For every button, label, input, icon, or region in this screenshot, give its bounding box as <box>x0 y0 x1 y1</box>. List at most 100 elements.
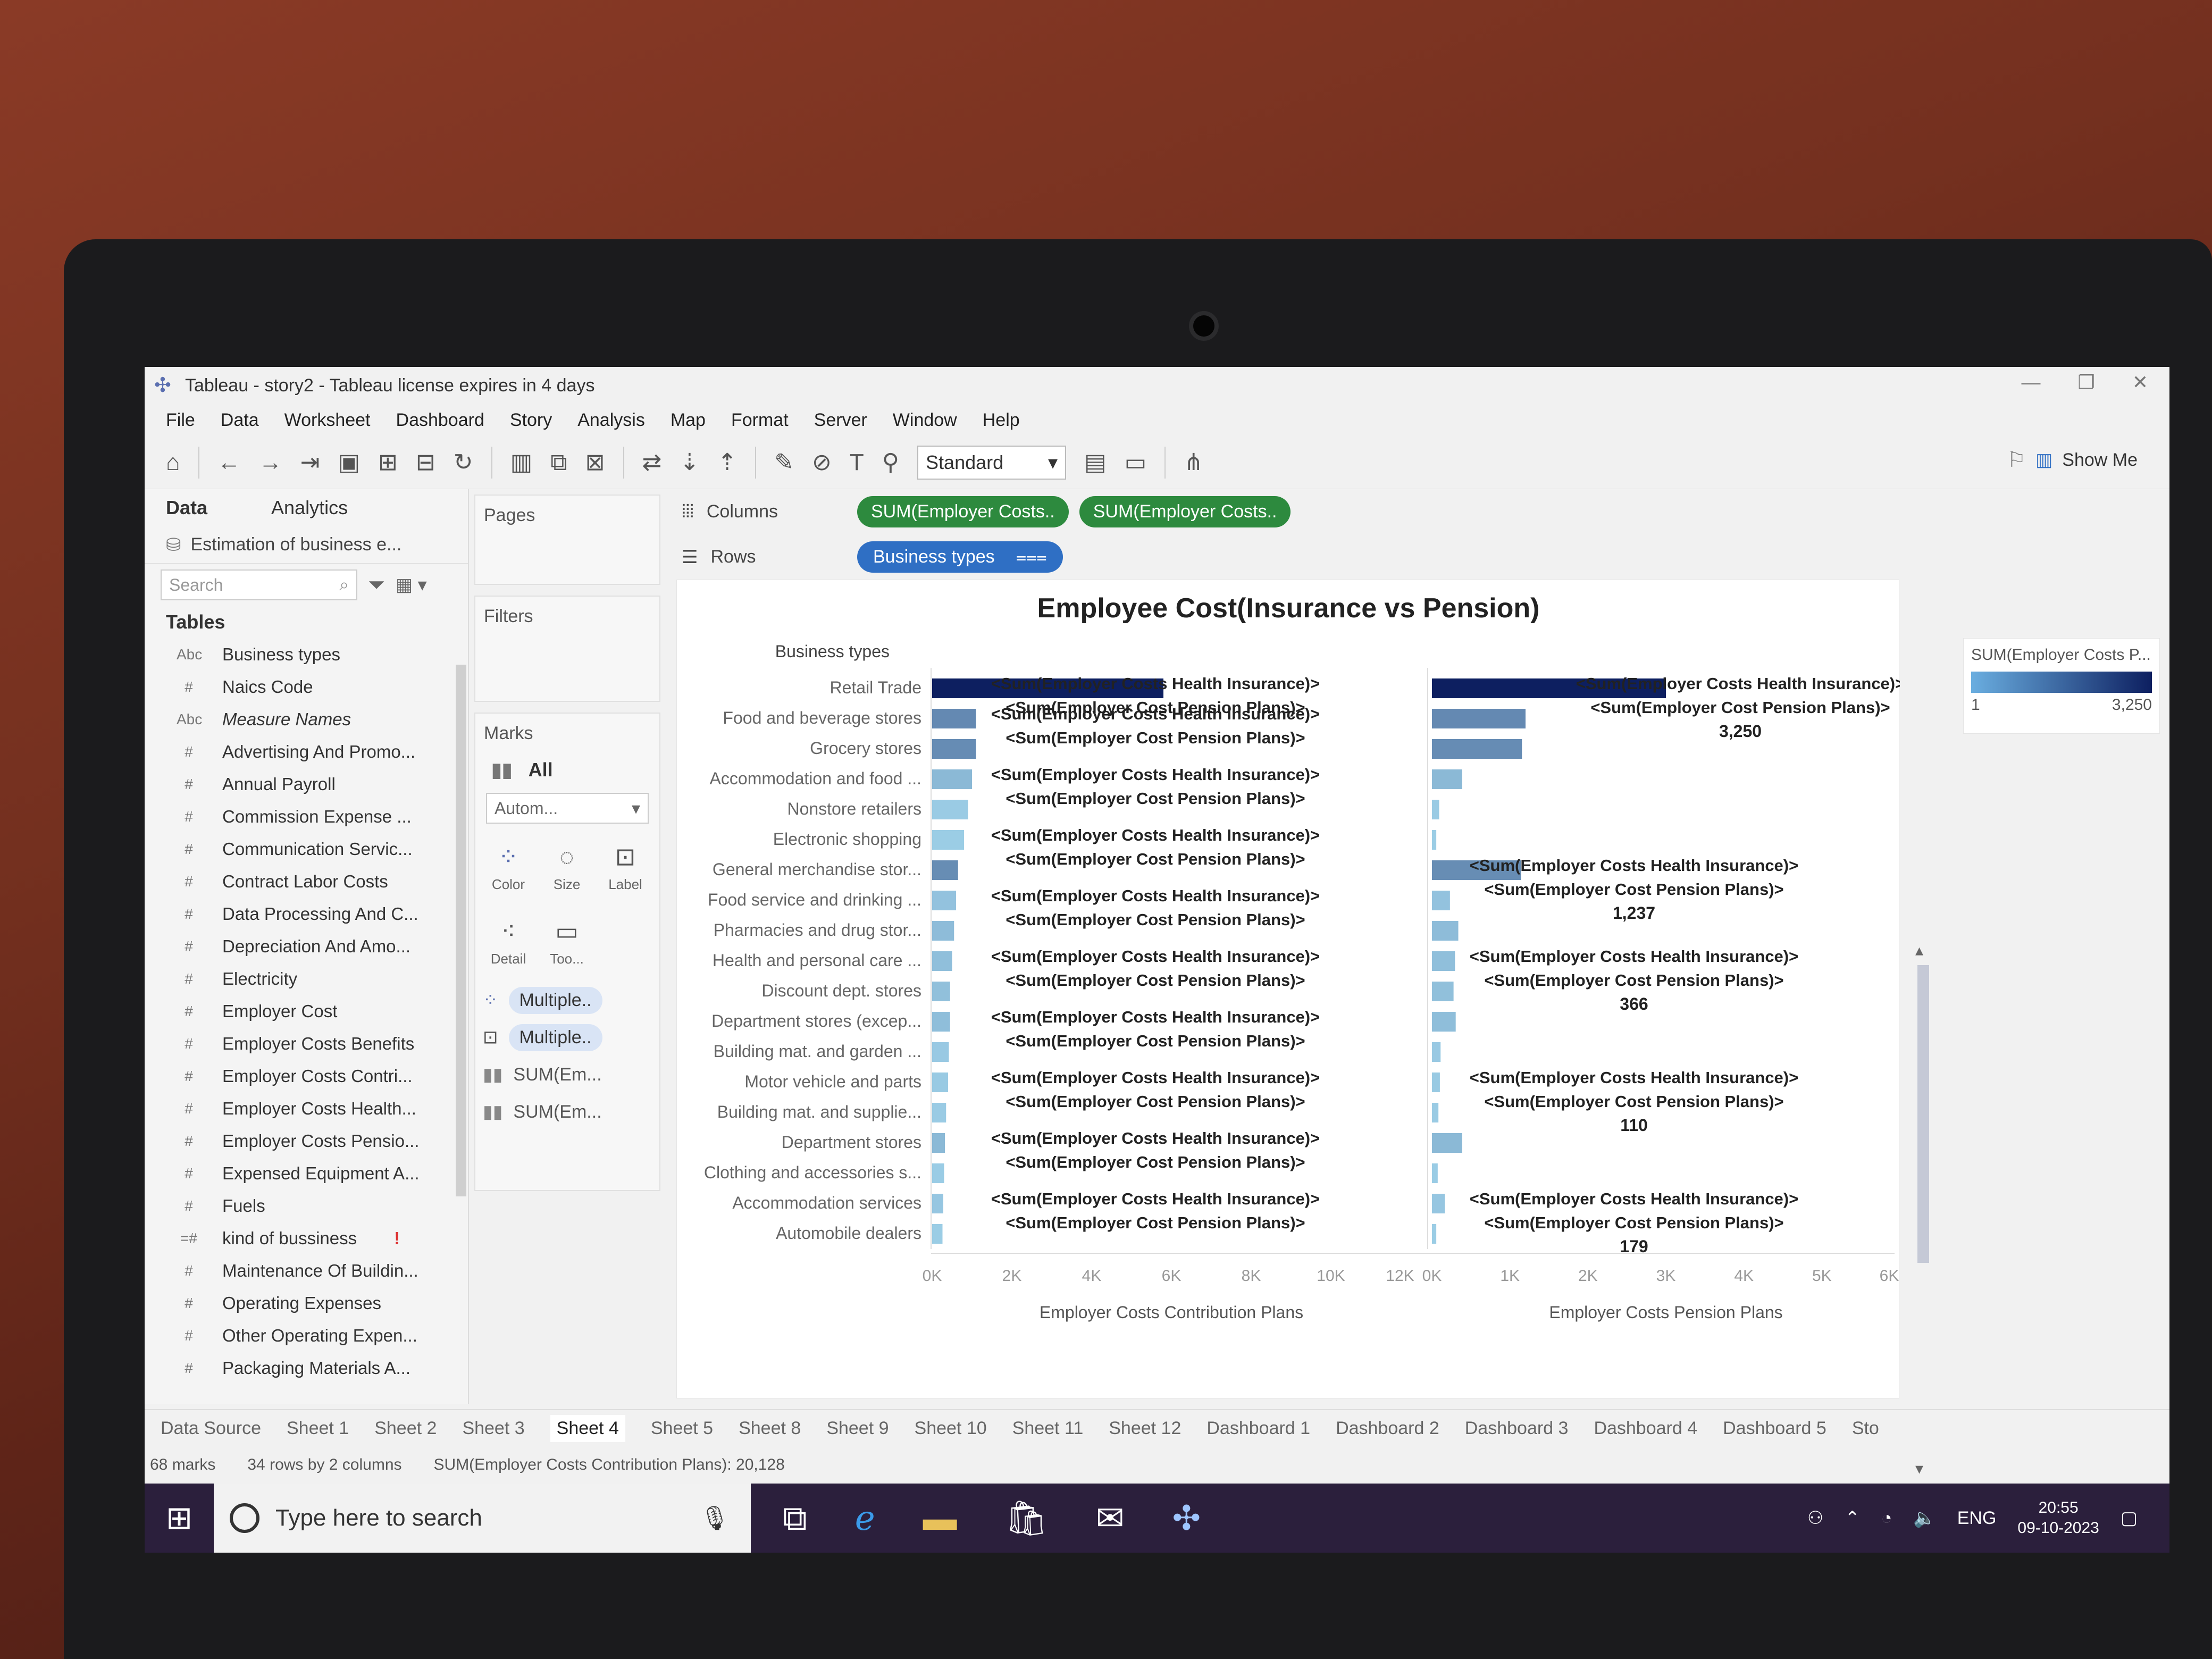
column-pill-1[interactable]: SUM(Employer Costs.. <box>857 496 1069 527</box>
menu-item-analysis[interactable]: Analysis <box>577 410 645 431</box>
sheet-tab[interactable]: Dashboard 3 <box>1465 1418 1569 1439</box>
mark-type-dropdown[interactable]: Autom... ▾ <box>486 793 649 824</box>
fit-dropdown[interactable]: Standard ▾ <box>917 445 1067 480</box>
sheet-tab[interactable]: Sheet 4 <box>550 1414 625 1442</box>
field-item[interactable]: # Naics Code <box>145 671 468 703</box>
sheet-tab[interactable]: Sheet 3 <box>462 1418 524 1439</box>
sheet-tab[interactable]: Sheet 8 <box>739 1418 801 1439</box>
tab-analytics[interactable]: Analytics <box>271 497 348 519</box>
field-item[interactable]: # Depreciation And Amo... <box>145 930 468 962</box>
language-indicator[interactable]: ENG <box>1957 1508 1997 1529</box>
field-item[interactable]: # Electricity <box>145 962 468 995</box>
field-item[interactable]: # Packaging Materials A... <box>145 1352 468 1384</box>
field-item[interactable]: # Advertising And Promo... <box>145 735 468 768</box>
pause-updates-icon[interactable]: ⊟ <box>416 449 435 476</box>
clear-sheet-icon[interactable]: ⊠ <box>585 449 605 476</box>
columns-shelf[interactable]: ⦙⦙⦙ Columns SUM(Employer Costs.. SUM(Empl… <box>671 489 2160 534</box>
chevron-up-icon[interactable]: ⌃ <box>1845 1507 1860 1529</box>
sheet-tab[interactable]: Data Source <box>161 1418 261 1439</box>
notifications-icon[interactable]: ▢ <box>2121 1507 2138 1529</box>
tab-data[interactable]: Data <box>166 497 207 519</box>
marks-pill-color[interactable]: ⁘ Multiple.. <box>483 984 652 1016</box>
field-item[interactable]: =# kind of bussiness! <box>145 1222 468 1254</box>
menu-item-server[interactable]: Server <box>814 410 867 431</box>
undo-icon[interactable]: ← <box>217 449 241 476</box>
datasource-item[interactable]: ⛁ Estimation of business e... <box>145 526 468 564</box>
sheet-tab[interactable]: Sheet 2 <box>374 1418 437 1439</box>
close-icon[interactable]: ✕ <box>2132 371 2148 393</box>
volume-icon[interactable]: 🔈 <box>1913 1507 1936 1529</box>
sheet-tab[interactable]: Sheet 1 <box>287 1418 349 1439</box>
refresh-icon[interactable]: ↻ <box>454 449 473 476</box>
windows-start-icon[interactable]: ⊞ <box>145 1499 214 1537</box>
field-item[interactable]: # Operating Expenses <box>145 1287 468 1319</box>
labels-icon[interactable]: T <box>850 449 864 476</box>
rows-shelf[interactable]: ☰ Rows Business types ⩶ <box>671 534 2160 580</box>
file-explorer-icon[interactable]: ▬ <box>923 1498 957 1538</box>
field-item[interactable]: # Other Operating Expen... <box>145 1319 468 1352</box>
sheet-tab[interactable]: Sheet 5 <box>651 1418 713 1439</box>
sheet-tab[interactable]: Sheet 12 <box>1109 1418 1181 1439</box>
edge-icon[interactable]: ℯ <box>855 1498 875 1538</box>
clock[interactable]: 20:55 09-10-2023 <box>2017 1498 2099 1538</box>
sheet-tab[interactable]: Dashboard 1 <box>1206 1418 1310 1439</box>
marks-pill-sum2[interactable]: ▮▮ SUM(Em... <box>483 1096 652 1128</box>
field-item[interactable]: Abc Business types <box>145 638 468 671</box>
tooltip-button[interactable]: ▭ Too... <box>541 910 592 974</box>
taskbar-search[interactable]: Type here to search 🎙 <box>214 1484 751 1553</box>
field-item[interactable]: # Employer Cost <box>145 995 468 1027</box>
replay-icon[interactable]: ⇥ <box>300 449 320 476</box>
color-button[interactable]: ⁘ Color <box>483 835 534 899</box>
sheet-tab[interactable]: Sto <box>1852 1418 1879 1439</box>
highlight-icon[interactable]: ✎ <box>774 449 794 476</box>
presentation-icon[interactable]: ▭ <box>1125 449 1147 476</box>
scroll-thumb[interactable] <box>1917 965 1929 1263</box>
sheet-tab[interactable]: Sheet 9 <box>826 1418 889 1439</box>
new-worksheet-icon[interactable]: ▥ <box>510 449 533 476</box>
mail-icon[interactable]: ✉ <box>1096 1498 1125 1538</box>
field-item[interactable]: # Fuels <box>145 1189 468 1222</box>
field-item[interactable]: # Employer Costs Pensio... <box>145 1125 468 1157</box>
field-item[interactable]: # Annual Payroll <box>145 768 468 800</box>
redo-icon[interactable]: → <box>259 449 282 476</box>
people-icon[interactable]: ⚇ <box>1807 1507 1823 1529</box>
menu-item-window[interactable]: Window <box>893 410 957 431</box>
tableau-taskbar-icon[interactable]: ✣ <box>1172 1498 1201 1538</box>
pages-card[interactable]: Pages <box>474 495 660 585</box>
show-me-button[interactable]: ⚐ ▥ Show Me <box>2007 448 2138 472</box>
menu-item-data[interactable]: Data <box>221 410 259 431</box>
pin-icon[interactable]: ⚲ <box>882 449 899 476</box>
marks-pill-sum1[interactable]: ▮▮ SUM(Em... <box>483 1059 652 1091</box>
minimize-icon[interactable]: — <box>2022 371 2041 393</box>
field-item[interactable]: # Maintenance Of Buildin... <box>145 1254 468 1287</box>
field-item[interactable]: # Employer Costs Contri... <box>145 1060 468 1092</box>
swap-icon[interactable]: ⇄ <box>642 449 662 476</box>
sort-desc-icon[interactable]: ⇡ <box>717 449 737 476</box>
duplicate-sheet-icon[interactable]: ⧉ <box>550 449 567 476</box>
sheet-tab[interactable]: Dashboard 5 <box>1723 1418 1826 1439</box>
row-pill[interactable]: Business types ⩶ <box>857 541 1063 573</box>
new-datasource-icon[interactable]: ⊞ <box>378 449 398 476</box>
size-button[interactable]: ◌ Size <box>541 835 592 899</box>
scroll-up-icon[interactable]: ▴ <box>1915 941 1937 960</box>
menu-item-help[interactable]: Help <box>983 410 1020 431</box>
detail-button[interactable]: ⁖ Detail <box>483 910 534 974</box>
show-cards-icon[interactable]: ▤ <box>1084 449 1107 476</box>
task-view-icon[interactable]: ⧉ <box>783 1498 807 1538</box>
filters-card[interactable]: Filters <box>474 596 660 702</box>
group-icon[interactable]: ⊘ <box>812 449 832 476</box>
menu-item-worksheet[interactable]: Worksheet <box>284 410 371 431</box>
field-item[interactable]: # Contract Labor Costs <box>145 865 468 898</box>
view-canvas[interactable]: Employee Cost(Insurance vs Pension) Busin… <box>676 580 1905 1398</box>
sheet-tab[interactable]: Dashboard 2 <box>1336 1418 1439 1439</box>
wifi-icon[interactable]: ◔ <box>1881 1508 1892 1529</box>
save-icon[interactable]: ▣ <box>338 449 360 476</box>
sheet-tab[interactable]: Dashboard 4 <box>1594 1418 1697 1439</box>
store-icon[interactable]: 🛍 <box>1005 1498 1048 1538</box>
marks-all-label[interactable]: All <box>529 759 553 781</box>
field-item[interactable]: # Employer Costs Benefits <box>145 1027 468 1060</box>
sheet-tab[interactable]: Sheet 11 <box>1012 1418 1084 1439</box>
field-item[interactable]: # Communication Servic... <box>145 833 468 865</box>
view-options-icon[interactable]: ▦ ▾ <box>396 574 427 596</box>
field-item[interactable]: # Commission Expense ... <box>145 800 468 833</box>
